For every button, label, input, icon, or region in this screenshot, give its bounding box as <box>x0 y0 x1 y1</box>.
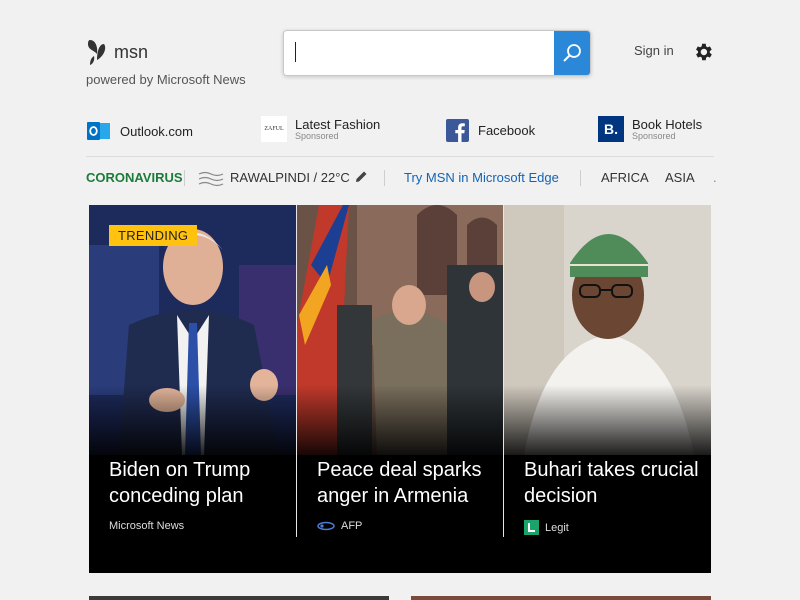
next-card-preview <box>411 596 711 600</box>
outlook-icon <box>86 118 112 144</box>
hero-card[interactable]: Peace deal sparks anger in Armenia AFP <box>297 205 503 573</box>
booking-icon: B. <box>598 116 624 142</box>
legit-icon <box>524 520 539 535</box>
quick-link-label: Book Hotels <box>632 117 703 132</box>
hero-carousel: TRENDING Biden on Trump conceding plan M… <box>89 205 711 573</box>
sponsored-label: Sponsored <box>295 131 339 141</box>
hero-card[interactable]: Buhari takes crucial decision Legit <box>504 205 711 573</box>
msn-butterfly-icon <box>88 40 106 65</box>
afp-icon <box>317 521 335 531</box>
trending-badge: TRENDING <box>109 225 198 246</box>
nav-asia[interactable]: ASIA <box>665 170 695 185</box>
header-divider <box>86 156 714 157</box>
card-gradient <box>297 385 503 465</box>
quick-link-hotels[interactable]: B. Book Hotels Sponsored <box>598 116 702 142</box>
card-source: Legit <box>524 520 569 535</box>
zaful-icon: ZAFUL <box>261 116 287 142</box>
source-name: Legit <box>545 521 569 534</box>
quick-link-label: Outlook.com <box>120 123 193 139</box>
nav-separator <box>384 170 385 186</box>
search-input[interactable] <box>284 31 554 75</box>
quick-link-label: Latest Fashion <box>295 117 381 132</box>
nav-separator <box>184 170 185 186</box>
gear-icon[interactable] <box>692 41 714 63</box>
source-name: AFP <box>341 520 363 532</box>
tagline: powered by Microsoft News <box>86 72 246 87</box>
search-button[interactable] <box>554 31 590 75</box>
card-source: AFP <box>317 520 362 532</box>
quick-link-fashion[interactable]: ZAFUL Latest Fashion Sponsored <box>261 116 380 142</box>
search-box <box>283 30 591 76</box>
card-headline[interactable]: Peace deal sparks anger in Armenia <box>317 457 497 509</box>
text-caret <box>295 42 296 62</box>
nav-more-dot: . <box>713 170 717 185</box>
logo-text: msn <box>114 41 149 62</box>
nav-separator <box>580 170 581 186</box>
facebook-icon <box>444 117 470 143</box>
quick-link-outlook[interactable]: Outlook.com <box>86 118 193 144</box>
nav-try-edge[interactable]: Try MSN in Microsoft Edge <box>404 170 559 185</box>
msn-logo[interactable]: msn powered by Microsoft News <box>86 38 246 87</box>
card-gradient <box>89 385 296 465</box>
haze-icon <box>198 171 224 187</box>
nav-africa[interactable]: AFRICA <box>601 170 649 185</box>
card-headline[interactable]: Biden on Trump conceding plan <box>109 457 289 509</box>
nav-coronavirus[interactable]: CORONAVIRUS <box>86 170 183 185</box>
search-icon <box>563 44 581 62</box>
next-card-preview <box>89 596 389 600</box>
pencil-icon[interactable] <box>354 170 368 184</box>
card-source: Microsoft News <box>109 520 184 532</box>
hero-card[interactable]: TRENDING Biden on Trump conceding plan M… <box>89 205 296 573</box>
nav-weather[interactable]: RAWALPINDI / 22°C <box>230 170 350 185</box>
source-name: Microsoft News <box>109 520 185 532</box>
sign-in-link[interactable]: Sign in <box>634 43 674 58</box>
quick-links: Outlook.com ZAFUL Latest Fashion Sponsor… <box>86 116 716 150</box>
card-gradient <box>504 385 711 465</box>
card-headline[interactable]: Buhari takes crucial decision <box>524 457 704 509</box>
nav-bar: CORONAVIRUS RAWALPINDI / 22°C Try MSN in… <box>86 166 717 190</box>
sponsored-label: Sponsored <box>632 131 676 141</box>
quick-link-label: Facebook <box>478 122 536 138</box>
quick-link-facebook[interactable]: Facebook <box>444 117 535 143</box>
